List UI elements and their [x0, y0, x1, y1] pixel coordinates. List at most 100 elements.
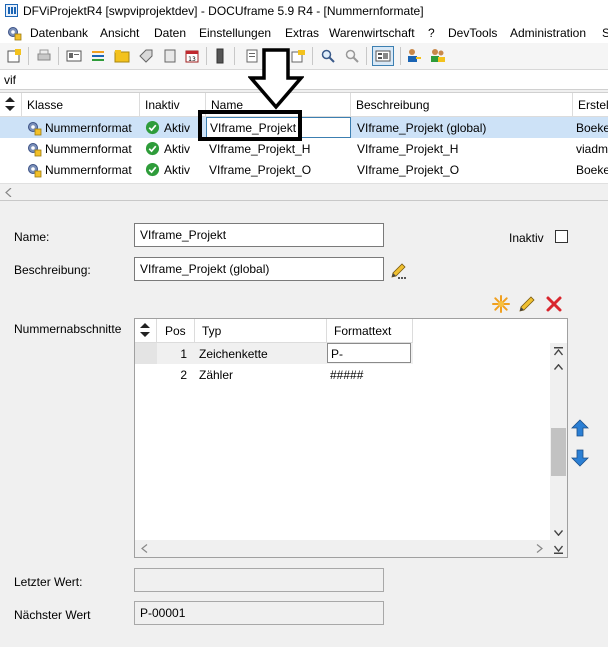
class-gear-icon	[28, 143, 42, 157]
arrow-down-icon[interactable]	[571, 449, 589, 467]
cell-erstell: Boeke	[576, 163, 608, 177]
folder-icon[interactable]	[114, 48, 130, 64]
svg-text:13: 13	[188, 56, 196, 63]
title-bar: DFViProjektR4 [swpviprojektdev] - DOCUfr…	[0, 0, 608, 22]
name-label: Name:	[14, 230, 50, 244]
table-row[interactable]: Nummernformat Aktiv VIframe_Projekt VIfr…	[0, 117, 608, 138]
scroll-left-icon[interactable]	[5, 188, 13, 197]
print-icon[interactable]	[36, 48, 52, 64]
table-row[interactable]: Nummernformat Aktiv VIframe_Projekt_O VI…	[0, 159, 608, 180]
user-key-icon[interactable]	[406, 48, 422, 64]
naechster-wert-label: Nächster Wert	[14, 608, 91, 622]
scroll-top-icon[interactable]	[554, 347, 563, 356]
down-arrow-indicator-icon	[248, 48, 304, 110]
search-icon[interactable]	[320, 48, 336, 64]
column-header-klasse[interactable]: Klasse	[22, 93, 140, 117]
menu-extras[interactable]: Extras	[285, 26, 319, 40]
column-header-beschreibung[interactable]: Beschreibung	[351, 93, 573, 117]
list-icon[interactable]	[90, 48, 106, 64]
sort-toggle-header[interactable]	[0, 93, 22, 117]
cell-inaktiv: Aktiv	[164, 163, 191, 177]
edit-pencil-icon[interactable]	[518, 295, 536, 313]
filter-input[interactable]: vif	[4, 73, 16, 87]
window-title: DFViProjektR4 [swpviprojektdev] - DOCUfr…	[23, 4, 424, 18]
cell-pos: 1	[180, 347, 187, 361]
card-icon[interactable]	[66, 48, 82, 64]
calendar-icon[interactable]: 13	[184, 48, 200, 64]
scroll-right-icon[interactable]	[536, 544, 543, 553]
beschreibung-label: Beschreibung:	[14, 263, 91, 277]
menu-overflow[interactable]: S	[602, 26, 608, 40]
scroll-down-icon[interactable]	[554, 530, 563, 536]
new-star-icon[interactable]	[492, 295, 510, 313]
scroll-left-icon[interactable]	[141, 544, 148, 553]
subgrid-vertical-scrollbar[interactable]	[550, 343, 567, 557]
check-circle-icon	[145, 162, 160, 177]
cell-beschreibung: VIframe_Projekt_O	[357, 163, 460, 177]
device-icon[interactable]	[212, 48, 228, 64]
inaktiv-checkbox[interactable]	[555, 230, 568, 243]
scroll-thumb[interactable]	[551, 428, 566, 476]
gear-icon[interactable]	[6, 25, 22, 41]
column-header-typ[interactable]: Typ	[195, 319, 327, 343]
cell-klasse: Nummernformat	[45, 121, 132, 135]
column-header-erstell[interactable]: Erstell	[573, 93, 608, 117]
layout-toggle-button[interactable]	[372, 46, 394, 66]
menu-administration[interactable]: Administration	[510, 26, 586, 40]
table-row[interactable]: Nummernformat Aktiv VIframe_Projekt_H VI…	[0, 138, 608, 159]
sub-sort-toggle-header[interactable]	[135, 319, 157, 343]
letzter-wert-field	[134, 568, 384, 592]
table-row[interactable]: 1 Zeichenkette P-	[135, 343, 413, 364]
subgrid-horizontal-scrollbar[interactable]	[135, 540, 550, 557]
toolbar: 13	[0, 43, 608, 70]
menu-warenwirtschaft[interactable]: Warenwirtschaft	[329, 26, 415, 40]
menu-ansicht[interactable]: Ansicht	[100, 26, 139, 40]
layout-icon	[375, 50, 391, 62]
cell-inaktiv: Aktiv	[164, 142, 191, 156]
arrow-up-icon[interactable]	[571, 419, 589, 437]
check-circle-icon	[145, 141, 160, 156]
splitter[interactable]	[0, 200, 608, 210]
column-header-inaktiv[interactable]: Inaktiv	[140, 93, 206, 117]
records-grid: Klasse Inaktiv Name Beschreibung Erstell…	[0, 92, 608, 200]
beschreibung-field[interactable]: VIframe_Projekt (global)	[134, 257, 384, 281]
cell-beschreibung: VIframe_Projekt (global)	[357, 121, 487, 135]
search-advanced-icon[interactable]	[344, 48, 360, 64]
new-record-icon[interactable]	[6, 48, 22, 64]
grid-horizontal-scrollbar[interactable]	[0, 183, 608, 200]
menu-einstellungen[interactable]: Einstellungen	[199, 26, 271, 40]
filter-bar[interactable]: vif	[0, 70, 608, 90]
column-header-pos[interactable]: Pos	[157, 319, 195, 343]
cell-pos: 2	[180, 368, 187, 382]
nummernabschnitte-label: Nummernabschnitte	[14, 322, 122, 336]
letzter-wert-label: Letzter Wert:	[14, 575, 83, 589]
cell-typ: Zähler	[199, 368, 234, 382]
menu-devtools[interactable]: DevTools	[448, 26, 497, 40]
check-circle-icon	[145, 120, 160, 135]
cell-name: VIframe_Projekt_O	[209, 163, 312, 177]
cell-formattext[interactable]: P-	[327, 343, 411, 363]
scroll-bottom-icon[interactable]	[554, 545, 563, 554]
class-gear-icon	[28, 164, 42, 178]
table-row[interactable]: 2 Zähler #####	[135, 364, 413, 385]
class-gear-icon	[28, 122, 42, 136]
nummernabschnitte-grid: Pos Typ Formattext 1 Zeichenkette P- 2 Z…	[134, 318, 568, 558]
menu-help[interactable]: ?	[428, 26, 435, 40]
sort-icon	[5, 97, 15, 111]
delete-x-icon[interactable]	[545, 295, 563, 313]
menu-daten[interactable]: Daten	[154, 26, 186, 40]
menu-datenbank[interactable]: Datenbank	[30, 26, 88, 40]
column-header-formattext[interactable]: Formattext	[327, 319, 413, 343]
row-indicator	[135, 343, 157, 364]
sort-icon	[140, 323, 150, 337]
cell-name: VIframe_Projekt_H	[209, 142, 311, 156]
cell-erstell: viadm	[576, 142, 608, 156]
scroll-up-icon[interactable]	[554, 364, 563, 370]
name-field[interactable]: VIframe_Projekt	[134, 223, 384, 247]
tag-icon[interactable]	[138, 48, 154, 64]
cell-klasse: Nummernformat	[45, 142, 132, 156]
cell-beschreibung: VIframe_Projekt_H	[357, 142, 459, 156]
book-icon[interactable]	[162, 48, 178, 64]
pencil-icon[interactable]	[389, 262, 407, 280]
users-icon[interactable]	[430, 48, 446, 64]
